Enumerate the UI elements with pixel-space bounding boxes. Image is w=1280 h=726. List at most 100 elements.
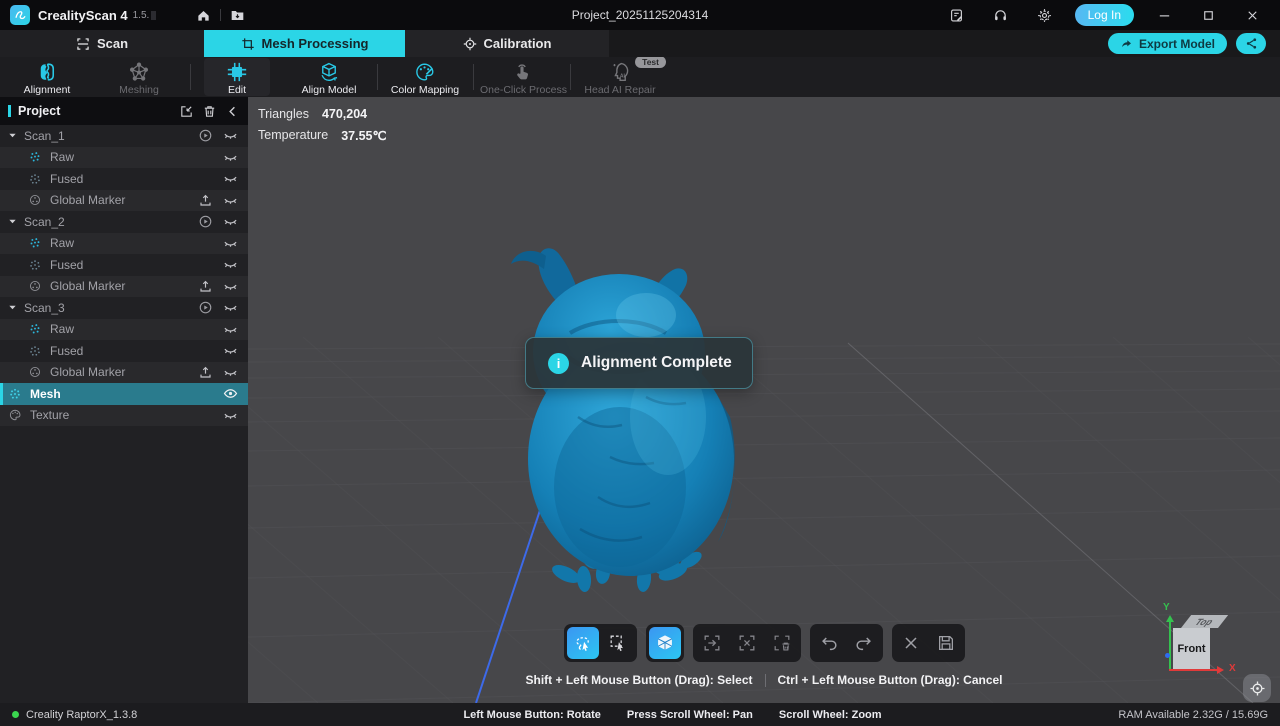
cancel-button[interactable]	[895, 627, 927, 659]
play-scan-button[interactable]	[198, 300, 213, 315]
caret-down-icon[interactable]	[8, 303, 17, 312]
edit-icon	[210, 61, 264, 83]
tab-strip: Scan Mesh Processing Calibration Export …	[0, 30, 1280, 57]
visibility-toggle-hidden-button[interactable]	[223, 171, 238, 186]
export-model-label: Export Model	[1139, 37, 1215, 51]
support-button[interactable]	[979, 0, 1023, 30]
upload-button[interactable]	[198, 193, 213, 208]
gear-icon	[1037, 8, 1052, 23]
save-button[interactable]	[930, 627, 962, 659]
tree-item-scan-1[interactable]: Scan_1	[0, 125, 248, 147]
tree-item-global-marker[interactable]: Global Marker	[0, 362, 248, 384]
tree-item-fused[interactable]: Fused	[0, 254, 248, 276]
minimize-button[interactable]	[1142, 0, 1186, 30]
home-button[interactable]	[196, 8, 211, 23]
ribbon-item-head-ai-repair: TestAIHead AI Repair	[572, 58, 668, 96]
triangles-label: Triangles	[258, 107, 309, 121]
mouse-hint: Press Scroll Wheel: Pan	[627, 709, 753, 721]
tab-scan[interactable]: Scan	[0, 30, 204, 57]
tree-item-global-marker[interactable]: Global Marker	[0, 276, 248, 298]
settings-button[interactable]	[1023, 0, 1067, 30]
play-scan-button[interactable]	[198, 128, 213, 143]
upload-button[interactable]	[198, 365, 213, 380]
tree-item-label: Raw	[50, 150, 74, 164]
login-button[interactable]: Log In	[1075, 4, 1134, 26]
upload-button[interactable]	[198, 279, 213, 294]
deselect-button[interactable]	[731, 627, 763, 659]
visibility-toggle-hidden-button[interactable]	[223, 365, 238, 380]
tree-item-fused[interactable]: Fused	[0, 340, 248, 362]
tree-item-raw[interactable]: Raw	[0, 319, 248, 341]
export-model-button[interactable]: Export Model	[1108, 33, 1227, 54]
tab-calibration[interactable]: Calibration	[405, 30, 609, 57]
ribbon-item-label: Color Mapping	[383, 84, 467, 96]
delete-button[interactable]	[202, 104, 217, 119]
tab-mesh-processing[interactable]: Mesh Processing	[204, 30, 405, 57]
caret-down-icon[interactable]	[8, 131, 17, 140]
lasso-select-button[interactable]	[567, 627, 599, 659]
ribbon-item-color-mapping[interactable]: Color Mapping	[377, 58, 473, 96]
tree-item-label: Fused	[50, 344, 83, 358]
collapse-panel-button[interactable]	[225, 104, 240, 119]
mouse-hint: Scroll Wheel: Zoom	[779, 709, 882, 721]
caret-down-icon[interactable]	[8, 217, 17, 226]
visibility-toggle-hidden-button[interactable]	[223, 322, 238, 337]
orientation-cube[interactable]: Y Top Front X	[1153, 609, 1253, 687]
ribbon-item-edit[interactable]: Edit	[204, 58, 270, 96]
open-project-button[interactable]	[230, 8, 245, 23]
app-version: 1.5.	[133, 10, 150, 21]
share-button[interactable]	[1236, 33, 1266, 54]
ribbon-toolbar: AlignmentMeshing Edit Align Model Color Map…	[0, 57, 1280, 97]
marker-icon	[28, 279, 42, 293]
tree-item-label: Fused	[50, 258, 83, 272]
cube-top-face[interactable]: Top	[1181, 615, 1228, 628]
visibility-toggle-hidden-button[interactable]	[223, 257, 238, 272]
visibility-toggle-hidden-button[interactable]	[223, 193, 238, 208]
visibility-toggle-visible-button[interactable]	[223, 386, 238, 401]
minimize-icon	[1157, 8, 1172, 23]
tree-item-label: Mesh	[30, 387, 61, 401]
select-through-button[interactable]	[649, 627, 681, 659]
tree-item-raw[interactable]: Raw	[0, 233, 248, 255]
import-model-button[interactable]	[179, 104, 194, 119]
visibility-toggle-hidden-button[interactable]	[223, 150, 238, 165]
fit-view-button[interactable]	[1243, 674, 1271, 702]
ram-available: RAM Available 2.32G / 15.69G	[1083, 709, 1268, 721]
play-scan-button[interactable]	[198, 214, 213, 229]
visibility-toggle-hidden-button[interactable]	[223, 214, 238, 229]
visibility-toggle-hidden-button[interactable]	[223, 279, 238, 294]
tree-item-raw[interactable]: Raw	[0, 147, 248, 169]
visibility-toggle-hidden-button[interactable]	[223, 236, 238, 251]
cube-front-face[interactable]: Front	[1173, 628, 1210, 669]
visibility-toggle-hidden-button[interactable]	[223, 343, 238, 358]
visibility-toggle-hidden-button[interactable]	[223, 128, 238, 143]
share-icon	[1245, 37, 1258, 50]
tree-item-fused[interactable]: Fused	[0, 168, 248, 190]
redo-button[interactable]	[848, 627, 880, 659]
ribbon-item-meshing: Meshing	[91, 58, 187, 96]
ribbon-item-label: Meshing	[97, 84, 181, 96]
delete-selection-button[interactable]	[766, 627, 798, 659]
visibility-toggle-hidden-button[interactable]	[223, 300, 238, 315]
tree-item-global-marker[interactable]: Global Marker	[0, 190, 248, 212]
tab-mesh-processing-label: Mesh Processing	[262, 36, 369, 51]
tree-item-scan-2[interactable]: Scan_2	[0, 211, 248, 233]
ribbon-item-alignment[interactable]: Alignment	[0, 58, 95, 96]
close-button[interactable]	[1230, 0, 1274, 30]
3d-viewport[interactable]: Triangles470,204 Temperature37.55℃ Align…	[248, 97, 1280, 703]
tab-scan-label: Scan	[97, 36, 128, 51]
tree-item-label: Texture	[30, 408, 69, 422]
maximize-button[interactable]	[1186, 0, 1230, 30]
tree-item-mesh[interactable]: Mesh	[0, 383, 248, 405]
undo-button[interactable]	[813, 627, 845, 659]
rectangle-select-button[interactable]	[602, 627, 634, 659]
ribbon-item-align-model[interactable]: Align Model	[281, 58, 377, 96]
feedback-button[interactable]	[935, 0, 979, 30]
info-icon	[548, 353, 569, 374]
chevron-left-icon	[225, 104, 240, 119]
tree-item-texture[interactable]: Texture	[0, 405, 248, 427]
invert-selection-button[interactable]	[696, 627, 728, 659]
tree-item-scan-3[interactable]: Scan_3	[0, 297, 248, 319]
tree-item-label: Fused	[50, 172, 83, 186]
visibility-toggle-hidden-button[interactable]	[223, 408, 238, 423]
